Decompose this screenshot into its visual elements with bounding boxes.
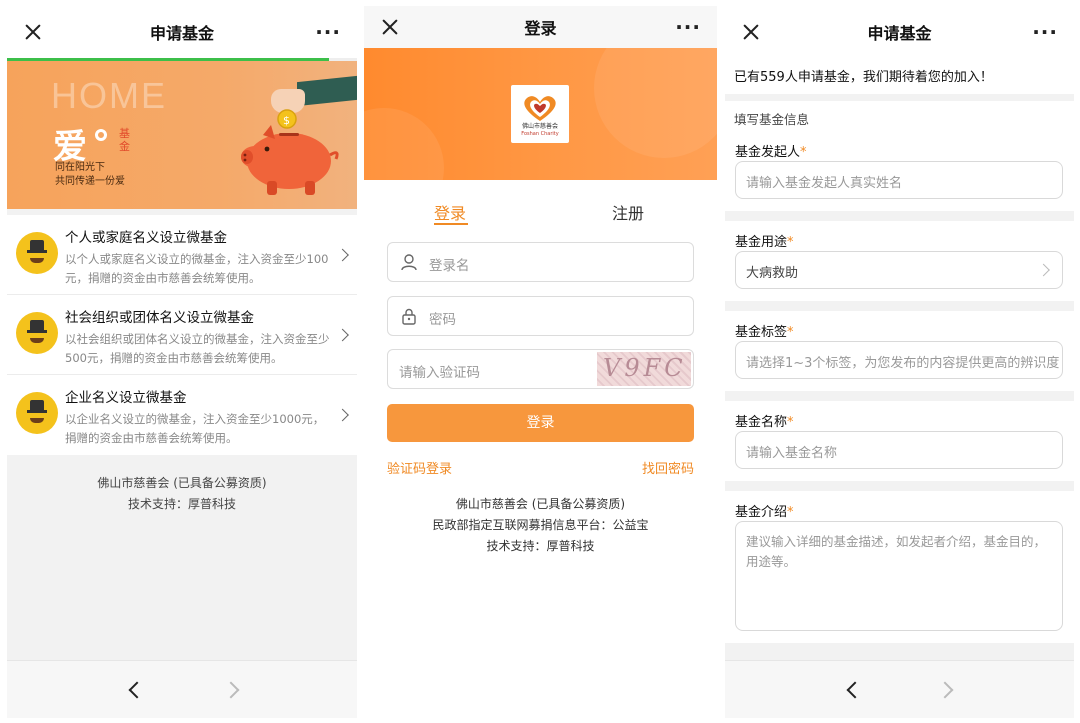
login-tabs: 登录 注册 <box>364 180 717 238</box>
apply-fund-screen: 申请基金 ··· HOME 爱 基金 同在阳光下 共同传递一份爱 $ 个人或家庭… <box>7 6 357 718</box>
heart-logo-icon <box>524 96 556 121</box>
fund-type-title: 企业名义设立微基金 <box>65 390 187 406</box>
nav-bar: 申请基金 ··· <box>725 6 1074 58</box>
forward-arrow-icon[interactable] <box>936 681 954 698</box>
page-title: 申请基金 <box>867 24 932 43</box>
footer-org: 佛山市慈善会 (已具备公募资质) <box>455 497 626 511</box>
fund-type-desc: 以企业名义设立的微基金，注入资金至少1000元，捐赠的资金由市慈善会统筹使用。 <box>65 412 325 445</box>
page-title: 申请基金 <box>149 24 214 43</box>
chevron-right-icon <box>336 248 349 261</box>
back-arrow-icon[interactable] <box>846 681 864 698</box>
captcha-text: V9FC <box>603 354 687 382</box>
charity-logo: 佛山市慈善会 Foshan Charity <box>511 85 569 143</box>
footer-platform: 民政部指定互联网募捐信息平台：公益宝 <box>432 518 649 532</box>
slogan-line-1: 同在阳光下 <box>55 162 105 173</box>
svg-text:$: $ <box>283 114 290 127</box>
name-block: 基金名称* 请输入基金名称 <box>725 401 1074 481</box>
nav-bar: 申请基金 ··· <box>7 6 357 58</box>
tab-register[interactable]: 注册 <box>612 200 644 224</box>
footer: 佛山市慈善会 (已具备公募资质) 技术支持：厚普科技 <box>7 455 357 515</box>
gentleman-avatar-icon <box>16 392 58 434</box>
captcha-field[interactable]: 请输入验证码 V9FC <box>387 349 694 389</box>
banner-slogan: 同在阳光下 共同传递一份爱 <box>55 161 125 189</box>
more-icon[interactable]: ··· <box>1032 22 1058 42</box>
sms-login-link[interactable]: 验证码登录 <box>387 458 452 477</box>
sponsor-input[interactable]: 请输入基金发起人真实姓名 <box>735 161 1063 199</box>
chevron-right-icon <box>336 328 349 341</box>
gentleman-avatar-icon <box>16 232 58 274</box>
intro-textarea[interactable]: 建议输入详细的基金描述，如发起者介绍，基金目的，用途等。 <box>735 521 1063 631</box>
field-label: 基金名称* <box>735 415 794 430</box>
close-icon[interactable] <box>380 17 400 37</box>
banner-fund-text: 基金 <box>119 127 130 153</box>
fund-type-desc: 以社会组织或团体名义设立的微基金，注入资金至少500元，捐赠的资金由市慈善会统筹… <box>65 332 330 365</box>
hero-banner: HOME 爱 基金 同在阳光下 共同传递一份爱 $ <box>7 61 357 209</box>
login-banner: 佛山市慈善会 Foshan Charity <box>364 48 717 180</box>
fund-type-title: 个人或家庭名义设立微基金 <box>65 230 227 246</box>
fund-type-title: 社会组织或团体名义设立微基金 <box>65 310 254 326</box>
more-icon[interactable]: ··· <box>675 17 701 37</box>
tags-input[interactable]: 请选择1~3个标签，为您发布的内容提供更高的辨识度 <box>735 341 1063 379</box>
fund-type-desc: 以个人或家庭名义设立的微基金，注入资金至少100元，捐赠的资金由市慈善会统筹使用… <box>65 252 329 285</box>
footer-tech: 技术支持：厚普科技 <box>486 539 595 553</box>
logo-name: 佛山市慈善会 <box>521 123 558 130</box>
more-icon[interactable]: ··· <box>315 22 341 42</box>
chevron-right-icon <box>336 408 349 422</box>
nav-bar: 登录 ··· <box>364 6 717 48</box>
field-label: 基金用途* <box>735 235 794 250</box>
close-icon[interactable] <box>23 22 43 42</box>
forgot-password-link[interactable]: 找回密码 <box>642 458 694 477</box>
chevron-right-icon <box>1037 263 1050 277</box>
purpose-block: 基金用途* 大病救助 <box>725 221 1074 301</box>
fund-type-list: 个人或家庭名义设立微基金 以个人或家庭名义设立的微基金，注入资金至少100元，捐… <box>7 215 357 455</box>
password-placeholder: 密码 <box>429 312 456 328</box>
tags-block: 基金标签* 请选择1~3个标签，为您发布的内容提供更高的辨识度 <box>725 311 1074 391</box>
user-icon <box>401 254 417 271</box>
fund-type-enterprise[interactable]: 企业名义设立微基金 以企业名义设立的微基金，注入资金至少1000元，捐赠的资金由… <box>7 375 357 455</box>
captcha-placeholder: 请输入验证码 <box>399 365 480 381</box>
fund-form-screen: 申请基金 ··· 已有559人申请基金，我们期待着您的加入！ 填写基金信息 基金… <box>725 6 1074 718</box>
gentleman-avatar-icon <box>16 312 58 354</box>
fund-type-personal[interactable]: 个人或家庭名义设立微基金 以个人或家庭名义设立的微基金，注入资金至少100元，捐… <box>7 215 357 295</box>
fund-type-organization[interactable]: 社会组织或团体名义设立微基金 以社会组织或团体名义设立的微基金，注入资金至少50… <box>7 295 357 375</box>
banner-dot <box>95 129 107 141</box>
browser-toolbar <box>7 660 357 718</box>
username-field[interactable]: 登录名 <box>387 242 694 282</box>
lock-icon <box>402 308 416 325</box>
field-label: 基金发起人* <box>735 145 807 160</box>
tab-login[interactable]: 登录 <box>434 200 466 224</box>
arm-illustration <box>297 75 357 107</box>
footer-org: 佛山市慈善会 (已具备公募资质) <box>97 476 267 490</box>
purpose-select[interactable]: 大病救助 <box>735 251 1063 289</box>
piggy-bank-icon: $ <box>241 109 339 195</box>
sponsor-block: 基金发起人* 请输入基金发起人真实姓名 <box>725 131 1074 211</box>
close-icon[interactable] <box>741 22 761 42</box>
login-screen: 登录 ··· 佛山市慈善会 Foshan Charity 登录 注册 登录名 密… <box>364 6 717 718</box>
field-label: 基金介绍* <box>735 505 794 520</box>
form-section-title: 填写基金信息 <box>725 101 1074 131</box>
footer-tech: 技术支持：厚普科技 <box>127 497 236 511</box>
footer: 佛山市慈善会 (已具备公募资质) 民政部指定互联网募捐信息平台：公益宝 技术支持… <box>364 494 717 557</box>
browser-toolbar <box>725 660 1074 718</box>
slogan-line-2: 共同传递一份爱 <box>55 176 125 187</box>
username-placeholder: 登录名 <box>429 258 470 274</box>
forward-arrow-icon[interactable] <box>222 681 240 698</box>
intro-block: 基金介绍* 建议输入详细的基金描述，如发起者介绍，基金目的，用途等。 <box>725 491 1074 643</box>
back-arrow-icon[interactable] <box>128 681 146 698</box>
banner-home-text: HOME <box>51 75 167 116</box>
captcha-image[interactable]: V9FC <box>597 352 691 386</box>
page-title: 登录 <box>524 19 557 38</box>
login-button[interactable]: 登录 <box>387 404 694 442</box>
fund-name-input[interactable]: 请输入基金名称 <box>735 431 1063 469</box>
applicant-count-notice: 已有559人申请基金，我们期待着您的加入！ <box>725 58 1074 94</box>
field-label: 基金标签* <box>735 325 794 340</box>
active-tab-indicator <box>434 223 468 225</box>
password-field[interactable]: 密码 <box>387 296 694 336</box>
purpose-value: 大病救助 <box>746 266 799 281</box>
logo-english: Foshan Charity <box>521 131 559 137</box>
